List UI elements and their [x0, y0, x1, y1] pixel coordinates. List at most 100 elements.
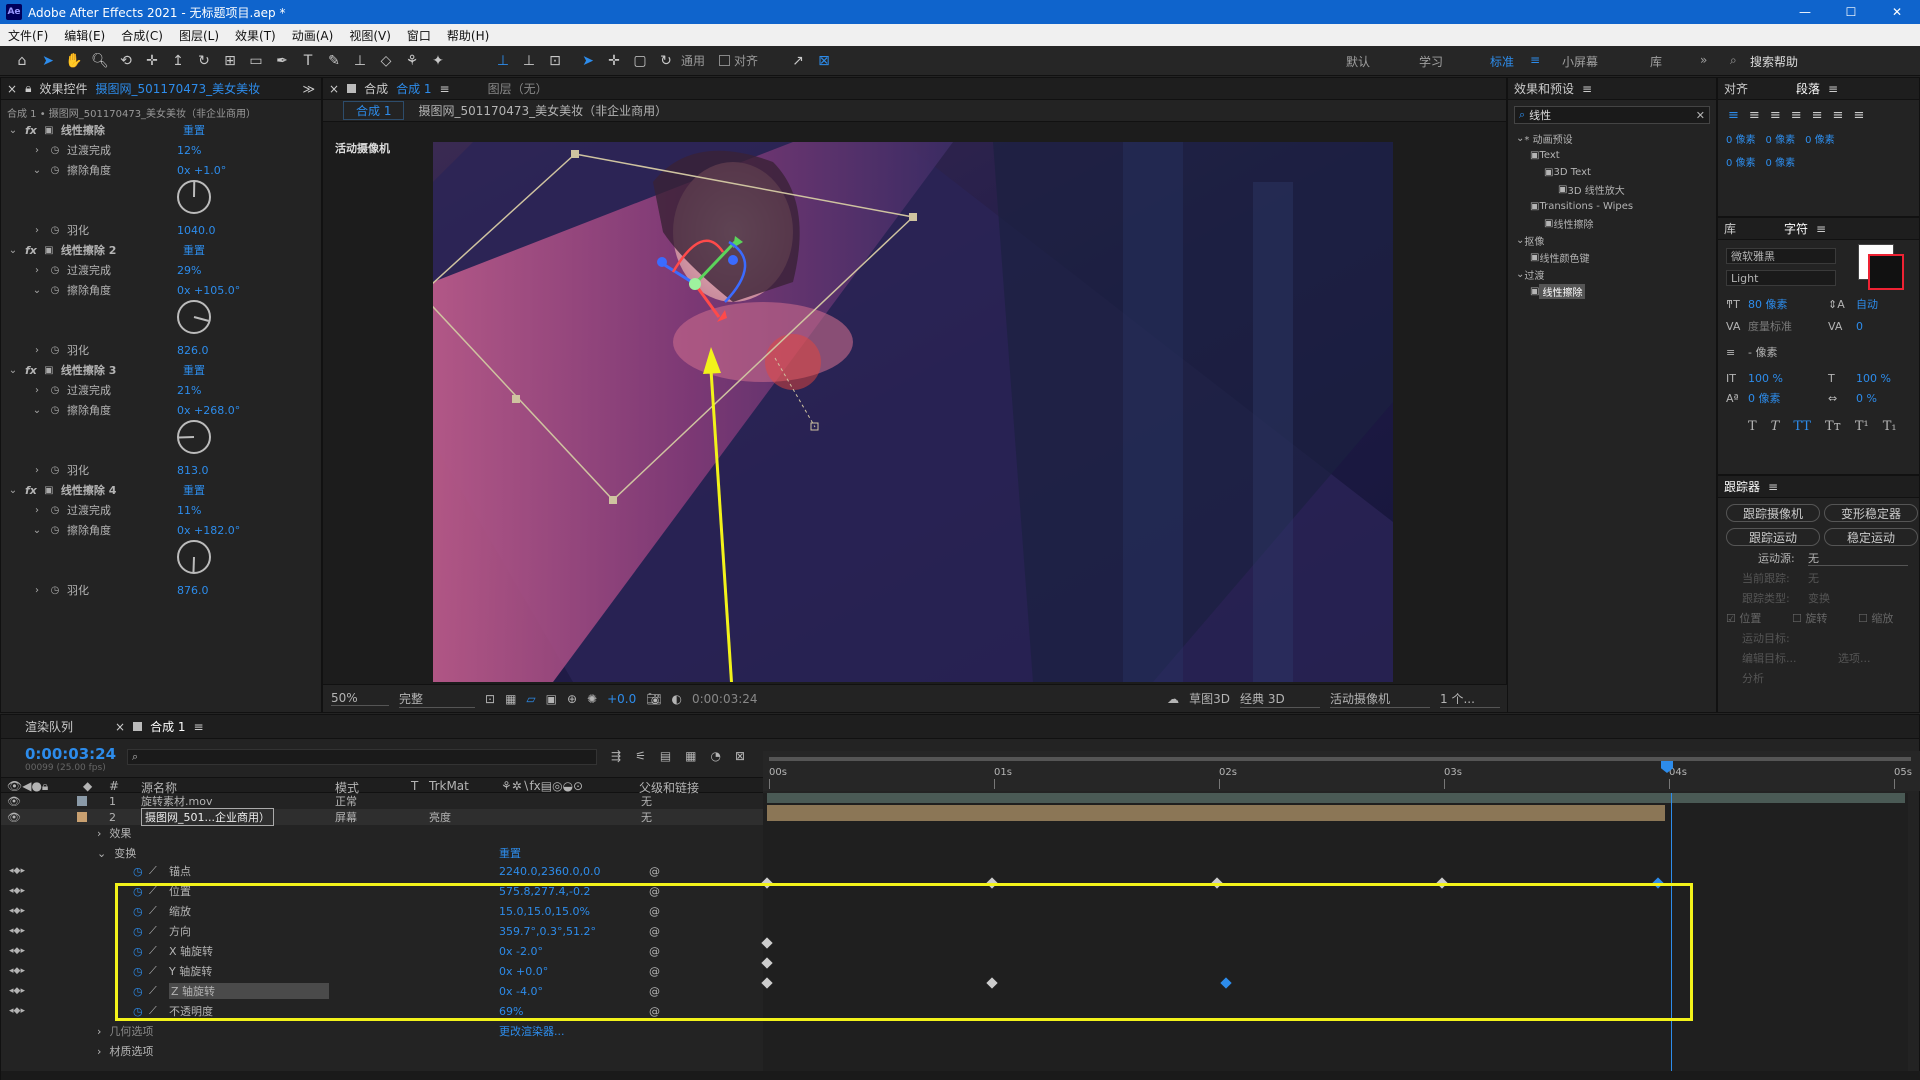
keyframe-marker[interactable]	[761, 877, 773, 889]
angle-dial[interactable]	[177, 420, 211, 454]
rectangle-tool-icon[interactable]: ▭	[244, 49, 268, 73]
transform-property-row[interactable]: ◂◆▸ ◷ ⟋ 位置 575.8,277.4,-0.2 @	[1, 883, 763, 899]
graph-toggle-icon[interactable]: ⟋	[149, 864, 157, 878]
all-caps-button[interactable]: TT	[1793, 419, 1811, 434]
pan-behind-icon[interactable]: ⊞	[218, 49, 242, 73]
clone-stamp-icon[interactable]: ⊥	[348, 49, 372, 73]
menu-window[interactable]: 窗口	[399, 27, 439, 44]
preset-tree-item[interactable]: ▣ 3D Text	[1544, 164, 1591, 180]
preset-tree-item[interactable]: ▣ 3D 线性放大	[1558, 181, 1625, 197]
tracker-tab[interactable]: 跟踪器	[1724, 478, 1760, 495]
collapse-arrow-icon[interactable]: ⌄	[97, 847, 106, 860]
change-renderer-link[interactable]: 更改渲染器...	[499, 1023, 565, 1039]
layer-row[interactable]: 👁︎ 2 摄图网_501...企业商用） 屏幕 亮度 无	[1, 808, 763, 826]
menu-edit[interactable]: 编辑(E)	[56, 27, 113, 44]
expand-arrow-icon[interactable]: ›	[31, 584, 43, 596]
motion-blur-icon[interactable]: ◔	[711, 749, 721, 763]
lock-icon[interactable]: 🔒︎	[25, 81, 31, 96]
property-value[interactable]: 575.8,277.4,-0.2	[499, 885, 590, 898]
help-search-field[interactable]: 搜索帮助	[1750, 53, 1798, 70]
keyframe-nav-icon[interactable]: ◂◆▸	[9, 926, 25, 936]
effects-presets-tab[interactable]: 效果和预设	[1514, 80, 1574, 97]
visibility-eye-icon[interactable]: 👁︎	[7, 795, 21, 808]
frame-handle[interactable]	[571, 150, 579, 158]
justify-right-icon[interactable]: ≡	[1833, 108, 1844, 123]
subscript-button[interactable]: T₁	[1883, 419, 1897, 434]
completion-value[interactable]: 21%	[177, 384, 201, 397]
character-tab[interactable]: 字符	[1784, 220, 1808, 237]
current-time-display[interactable]: 0:00:03:24	[25, 745, 116, 763]
completion-value[interactable]: 29%	[177, 264, 201, 277]
workspace-standard[interactable]: 标准	[1490, 53, 1514, 70]
keyframe-marker[interactable]	[986, 977, 998, 989]
horizontal-scale-value[interactable]: 100 %	[1856, 370, 1891, 386]
keyframe-nav-icon[interactable]: ◂◆▸	[9, 886, 25, 896]
expression-pickwhip-icon[interactable]: @	[649, 985, 660, 998]
fx-icon[interactable]: fx	[25, 364, 37, 377]
preset-tree-item[interactable]: ▣ 线性颜色键	[1530, 249, 1589, 265]
expand-arrow-icon[interactable]: ›	[97, 1025, 101, 1038]
stopwatch-icon[interactable]: ◷	[133, 905, 143, 918]
expand-arrow-icon[interactable]: ›	[31, 504, 43, 516]
show-snapshot-icon[interactable]: ◐	[671, 692, 681, 706]
stopwatch-icon[interactable]: ◷	[49, 284, 61, 296]
graph-toggle-icon[interactable]: ⟋	[149, 964, 157, 978]
orbit-camera-icon[interactable]: ⟲	[114, 49, 138, 73]
stopwatch-icon[interactable]: ◷	[133, 865, 143, 878]
align-left-icon[interactable]: ≡	[1728, 108, 1739, 123]
preset-tree-item[interactable]: ⌄ * 动画预设	[1516, 130, 1573, 146]
layer-name[interactable]: 旋转素材.mov	[141, 793, 212, 809]
panel-menu-icon[interactable]: ≡	[194, 720, 204, 734]
tracking-value[interactable]: 0	[1856, 318, 1863, 334]
collapse-arrow-icon[interactable]: ⌄	[31, 404, 43, 416]
rotate-3d-icon[interactable]: ↻	[654, 49, 678, 73]
effect-header[interactable]: ⌄ fx ▣ 线性擦除 3 重置	[7, 362, 205, 378]
stopwatch-icon[interactable]: ◷	[49, 264, 61, 276]
fx-icon[interactable]: fx	[25, 124, 37, 137]
font-family-dropdown[interactable]: 微软雅黑	[1726, 248, 1836, 264]
graph-toggle-icon[interactable]: ⟋	[149, 904, 157, 918]
maximize-button[interactable]: ☐	[1828, 0, 1874, 24]
stopwatch-icon[interactable]: ◷	[133, 925, 143, 938]
time-ruler[interactable]: 00s 01s 02s 03s 04s 05s	[763, 751, 1920, 791]
effect-reset-button[interactable]: 重置	[183, 242, 205, 258]
composition-tab[interactable]: 合成	[364, 80, 388, 97]
completion-value[interactable]: 12%	[177, 144, 201, 157]
stroke-color-swatch[interactable]	[1868, 254, 1904, 290]
expand-arrow-icon[interactable]: ›	[31, 344, 43, 356]
scale-3d-icon[interactable]: ▢	[628, 49, 652, 73]
channel-icon[interactable]: ⊕	[567, 692, 577, 706]
preset-tree-item[interactable]: ▣ 线性擦除	[1530, 283, 1586, 299]
panel-menu-icon[interactable]: ≡	[1816, 222, 1826, 236]
material-options-row[interactable]: › 材质选项	[97, 1043, 153, 1059]
layer-2-bar[interactable]	[767, 805, 1665, 821]
panel-menu-icon[interactable]: ≡	[440, 82, 450, 96]
pan-camera-icon[interactable]: ✛	[140, 49, 164, 73]
space-before-value[interactable]: 0 像素	[1766, 131, 1796, 146]
angle-dial[interactable]	[177, 180, 211, 214]
draft-3d-toggle-icon[interactable]: ⚟	[635, 749, 646, 763]
color-mgmt-icon[interactable]: ✺	[587, 692, 597, 706]
keyframe-nav-icon[interactable]: ◂◆▸	[9, 986, 25, 996]
stopwatch-icon[interactable]: ◷	[49, 404, 61, 416]
workspace-default[interactable]: 默认	[1346, 53, 1370, 70]
world-axis-icon[interactable]: ⊥	[517, 49, 541, 73]
collapse-arrow-icon[interactable]: ⌄	[31, 284, 43, 296]
zoom-dropdown[interactable]: 50%	[331, 691, 389, 706]
graph-toggle-icon[interactable]: ⟋	[149, 1004, 157, 1018]
property-value[interactable]: 69%	[499, 1005, 523, 1018]
playhead[interactable]	[1661, 751, 1673, 791]
effect-header[interactable]: ⌄ fx ▣ 线性擦除 2 重置	[7, 242, 205, 258]
collapse-arrow-icon[interactable]: ⌄	[7, 124, 19, 136]
keyframe-marker[interactable]	[1220, 977, 1232, 989]
expand-arrow-icon[interactable]: ›	[97, 827, 101, 840]
views-dropdown[interactable]: 1 个...	[1440, 690, 1500, 708]
superscript-button[interactable]: T¹	[1855, 419, 1869, 434]
keyframe-marker[interactable]	[761, 977, 773, 989]
grid-guides-icon[interactable]: ▣	[546, 692, 557, 706]
stopwatch-icon[interactable]: ◷	[49, 464, 61, 476]
stopwatch-icon[interactable]: ◷	[133, 885, 143, 898]
menu-view[interactable]: 视图(V)	[341, 27, 399, 44]
menu-animation[interactable]: 动画(A)	[284, 27, 342, 44]
collapse-arrow-icon[interactable]: ⌄	[31, 524, 43, 536]
